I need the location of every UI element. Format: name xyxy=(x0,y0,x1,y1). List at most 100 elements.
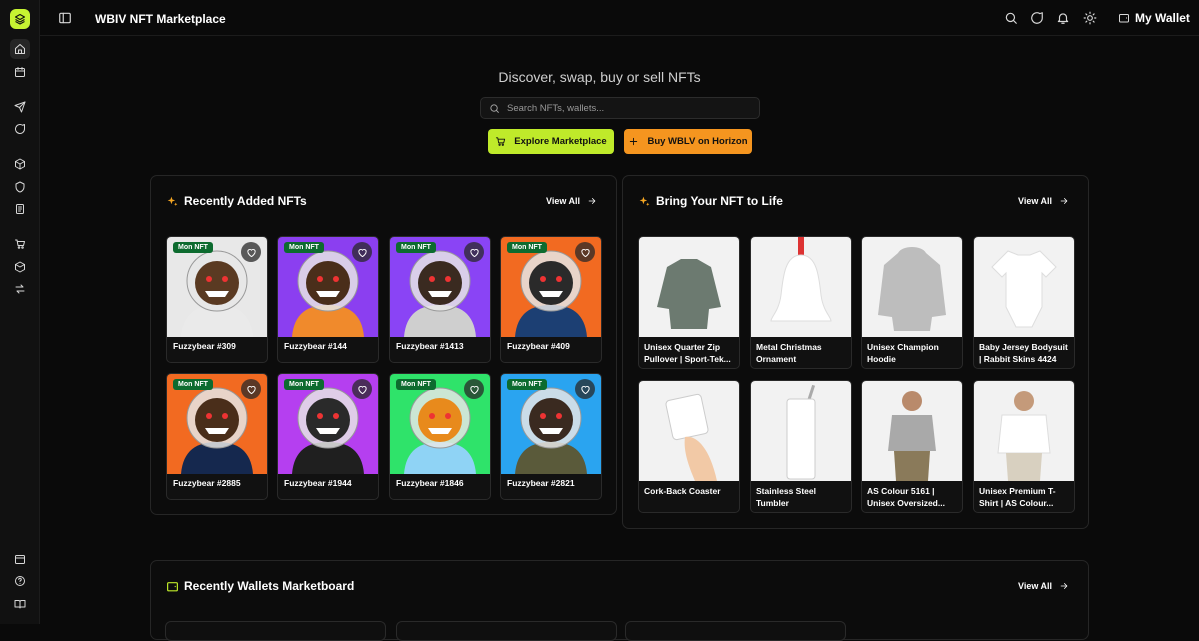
cart-button-icon xyxy=(496,137,506,146)
product-name: Unisex Champion Hoodie xyxy=(867,342,939,364)
product-card[interactable]: Metal Christmas Ornament xyxy=(750,236,852,369)
nft-badge: Mon NFT xyxy=(173,379,213,390)
search-input[interactable] xyxy=(507,102,747,114)
product-name: Baby Jersey Bodysuit | Rabbit Skins 4424 xyxy=(979,342,1068,364)
favorite-heart-icon[interactable] xyxy=(352,242,372,262)
sparkle-icon xyxy=(167,196,178,206)
product-name: Metal Christmas Ornament xyxy=(756,342,822,364)
message-icon[interactable] xyxy=(1030,11,1044,25)
search-icon[interactable] xyxy=(1004,11,1018,25)
product-image xyxy=(862,237,962,337)
page-title: WBIV NFT Marketplace xyxy=(95,12,226,26)
product-card[interactable]: Cork-Back Coaster xyxy=(638,380,740,513)
recent-nfts-view-all[interactable]: View All xyxy=(546,196,597,206)
marketboard-view-all[interactable]: View All xyxy=(1018,581,1069,591)
favorite-heart-icon[interactable] xyxy=(575,242,595,262)
product-card[interactable]: Stainless Steel Tumbler xyxy=(750,380,852,513)
my-wallet-button[interactable]: My Wallet xyxy=(1118,11,1190,25)
bell-icon[interactable] xyxy=(1056,11,1070,25)
explore-label: Explore Marketplace xyxy=(514,136,607,147)
bodysuit-icon xyxy=(991,250,1057,328)
nft-badge: Mon NFT xyxy=(507,379,547,390)
swap-icon[interactable] xyxy=(10,279,30,299)
sidebar xyxy=(0,0,40,624)
chat-icon[interactable] xyxy=(10,119,30,139)
plus-icon xyxy=(630,137,638,146)
product-name: Unisex Premium T-Shirt | AS Colour... xyxy=(979,486,1056,508)
home-icon[interactable] xyxy=(10,39,30,59)
calendar-bottom-icon[interactable] xyxy=(10,549,30,569)
wallet-green-icon xyxy=(167,581,178,591)
book-icon[interactable] xyxy=(10,594,30,614)
buy-wblv-button[interactable]: Buy WBLV on Horizon xyxy=(624,129,752,154)
theme-sun-icon[interactable] xyxy=(1083,11,1097,25)
pullover-icon xyxy=(657,259,721,329)
sidebar-toggle-icon[interactable] xyxy=(58,11,72,25)
recent-nfts-header: Recently Added NFTs xyxy=(166,194,307,208)
nft-name: Fuzzybear #409 xyxy=(507,341,570,351)
nft-card[interactable]: Mon NFT Fuzzybear #409 xyxy=(500,236,602,363)
document-icon[interactable] xyxy=(10,199,30,219)
app-logo-icon[interactable] xyxy=(10,9,30,29)
ornament-icon xyxy=(770,237,832,322)
arrow-right-icon xyxy=(1060,583,1068,589)
nft-name: Fuzzybear #2821 xyxy=(507,478,575,488)
explore-marketplace-button[interactable]: Explore Marketplace xyxy=(488,129,614,154)
person-tshirt-icon xyxy=(997,391,1051,481)
nft-badge: Mon NFT xyxy=(396,379,436,390)
product-image xyxy=(974,381,1074,481)
hoodie-icon xyxy=(878,247,946,331)
product-card[interactable]: Unisex Premium T-Shirt | AS Colour... xyxy=(973,380,1075,513)
shield-icon[interactable] xyxy=(10,177,30,197)
cart-icon[interactable] xyxy=(10,234,30,254)
marketboard-panel: Recently Wallets Marketboard View All xyxy=(150,560,1089,641)
product-name: AS Colour 5161 | Unisex Oversized... xyxy=(867,486,945,508)
favorite-heart-icon[interactable] xyxy=(241,379,261,399)
buy-label: Buy WBLV on Horizon xyxy=(647,136,748,147)
products-view-all[interactable]: View All xyxy=(1018,196,1069,206)
send-icon[interactable] xyxy=(10,97,30,117)
hero-title: Discover, swap, buy or sell NFTs xyxy=(498,69,701,85)
wallet-card[interactable] xyxy=(396,621,617,641)
favorite-heart-icon[interactable] xyxy=(575,379,595,399)
product-name: Cork-Back Coaster xyxy=(644,486,721,496)
favorite-heart-icon[interactable] xyxy=(241,242,261,262)
nft-card[interactable]: Mon NFT Fuzzybear #1413 xyxy=(389,236,491,363)
favorite-heart-icon[interactable] xyxy=(464,379,484,399)
view-all-label: View All xyxy=(1018,196,1053,206)
product-card[interactable]: Unisex Champion Hoodie xyxy=(861,236,963,369)
nft-card[interactable]: Mon NFT Fuzzybear #1846 xyxy=(389,373,491,500)
product-card[interactable]: Unisex Quarter Zip Pullover | Sport-Tek.… xyxy=(638,236,740,369)
package-icon[interactable] xyxy=(10,257,30,277)
recent-nfts-title: Recently Added NFTs xyxy=(184,194,307,208)
coaster-icon xyxy=(665,393,717,481)
product-image xyxy=(639,381,739,481)
product-card[interactable]: Baby Jersey Bodysuit | Rabbit Skins 4424 xyxy=(973,236,1075,369)
marketboard-title: Recently Wallets Marketboard xyxy=(184,579,355,593)
product-image xyxy=(751,237,851,337)
nft-name: Fuzzybear #2885 xyxy=(173,478,241,488)
recent-nfts-panel: Recently Added NFTs View All Mon NFT Fuz… xyxy=(150,175,617,515)
favorite-heart-icon[interactable] xyxy=(352,379,372,399)
view-all-label: View All xyxy=(546,196,581,206)
nft-name: Fuzzybear #144 xyxy=(284,341,347,351)
product-image xyxy=(639,237,739,337)
nft-badge: Mon NFT xyxy=(284,242,324,253)
favorite-heart-icon[interactable] xyxy=(464,242,484,262)
wallet-card[interactable] xyxy=(165,621,386,641)
nft-card[interactable]: Mon NFT Fuzzybear #144 xyxy=(277,236,379,363)
products-panel: Bring Your NFT to Life View All Unisex Q… xyxy=(622,175,1089,529)
product-image xyxy=(974,237,1074,337)
wallet-card[interactable] xyxy=(625,621,846,641)
cube-icon[interactable] xyxy=(10,154,30,174)
product-card[interactable]: AS Colour 5161 | Unisex Oversized... xyxy=(861,380,963,513)
help-icon[interactable] xyxy=(10,571,30,591)
arrow-right-icon xyxy=(588,198,596,204)
nft-card[interactable]: Mon NFT Fuzzybear #309 xyxy=(166,236,268,363)
nft-card[interactable]: Mon NFT Fuzzybear #2885 xyxy=(166,373,268,500)
nft-card[interactable]: Mon NFT Fuzzybear #2821 xyxy=(500,373,602,500)
person-hoodie-icon xyxy=(888,391,936,481)
nft-card[interactable]: Mon NFT Fuzzybear #1944 xyxy=(277,373,379,500)
product-image xyxy=(862,381,962,481)
tumbler-icon xyxy=(786,384,816,480)
